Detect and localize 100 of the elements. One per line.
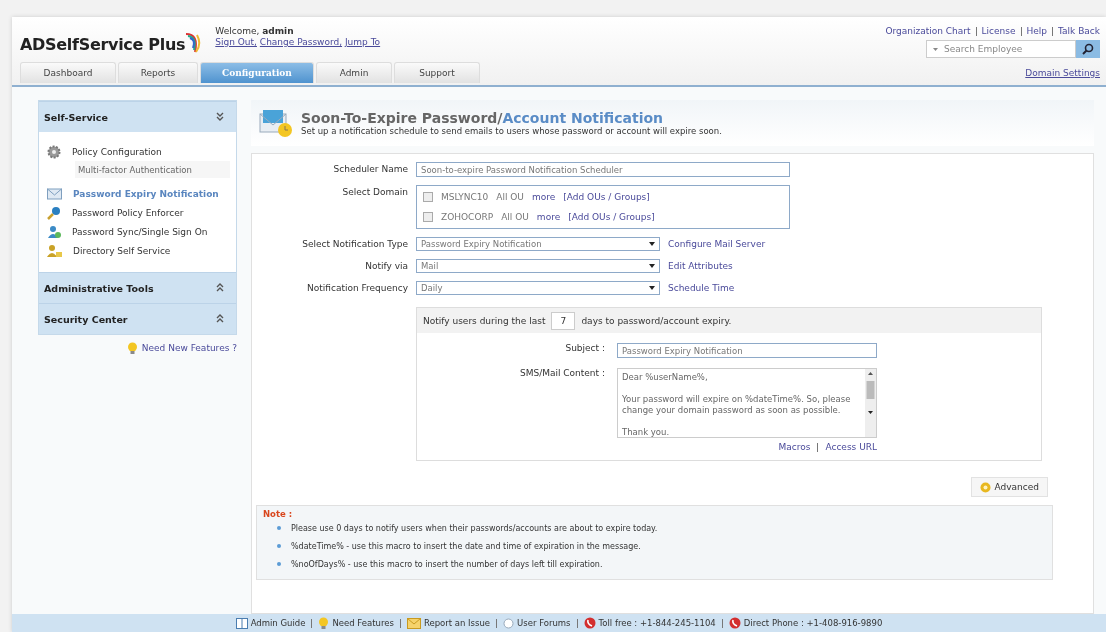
section-title: Administrative Tools — [44, 282, 154, 294]
section-title: Self-Service — [44, 111, 108, 123]
add-ous-link[interactable]: [Add OUs / Groups] — [568, 212, 655, 222]
subject-field[interactable]: Password Expiry Notification — [617, 343, 877, 358]
collapse-icon[interactable] — [216, 313, 224, 323]
notify-prefix: Notify users during the last — [423, 315, 546, 326]
gear-icon — [979, 481, 991, 493]
top-link[interactable]: Talk Back — [1058, 26, 1100, 36]
caret-icon — [933, 47, 938, 51]
scrollbar[interactable] — [865, 369, 876, 437]
caret-icon — [649, 286, 655, 290]
search-field[interactable]: Search Employee — [926, 40, 1076, 58]
ou-scope: All OU — [496, 192, 524, 202]
nav-tab[interactable]: Reports — [118, 62, 198, 83]
option-link[interactable]: Schedule Time — [668, 281, 735, 293]
envelope-icon — [406, 617, 421, 629]
note-text: Please use 0 days to notify users when their passwords/accounts are about to expire today. — [291, 523, 658, 533]
sidebar-subitem[interactable]: Multi-factor Authentication — [75, 161, 230, 178]
bullet-icon — [277, 562, 281, 566]
nav-tab[interactable]: Dashboard — [20, 62, 116, 83]
sidebar-section-header[interactable]: Security Center — [39, 303, 236, 334]
bullet-icon — [277, 526, 281, 530]
chat-bubble-icon — [503, 617, 515, 629]
field-label: Notification Frequency — [306, 282, 408, 293]
field-label: SMS/Mail Content : — [518, 368, 605, 378]
header-link[interactable]: Sign Out, — [215, 37, 257, 47]
nav-tab[interactable]: Support — [394, 62, 480, 83]
domain-name: ZOHOCORP — [441, 212, 494, 222]
lightbulb-icon — [126, 342, 138, 354]
domain-name: MSLYNC10 — [441, 192, 489, 202]
more-link[interactable]: more — [536, 212, 561, 222]
header-link[interactable]: Change Password, — [259, 37, 343, 47]
access-url-link[interactable]: Access URL — [825, 442, 877, 452]
phone-icon — [728, 617, 741, 629]
notify-suffix: days to password/account expiry. — [581, 315, 732, 326]
macros-link[interactable]: Macros — [778, 442, 811, 452]
message-field[interactable]: Dear %userName%, Your password will expire on %dateTime%. So, please change your domain password as soon as possible. Thank you. — [617, 368, 877, 438]
option-link[interactable]: Edit Attributes — [668, 259, 733, 271]
expand-icon[interactable] — [216, 111, 224, 121]
advanced-button[interactable]: Advanced — [970, 477, 1048, 497]
collapse-icon[interactable] — [216, 282, 224, 292]
section-title: Security Center — [44, 313, 128, 325]
key-icon — [47, 205, 61, 220]
scheduler-name-field[interactable]: Soon-to-expire Password Notification Scheduler — [416, 162, 790, 177]
dropdown[interactable]: Daily — [416, 281, 660, 295]
footer-link[interactable]: Toll free : +1-844-245-1104 — [598, 618, 716, 628]
envelope-icon — [47, 187, 62, 200]
gear-icon — [47, 144, 61, 159]
top-link[interactable]: License — [981, 26, 1016, 36]
users-icon — [47, 224, 61, 239]
app-logo: ADSelfService Plus — [20, 35, 186, 54]
sidebar-item[interactable]: Directory Self Service — [73, 245, 171, 256]
field-label: Scheduler Name — [332, 163, 408, 174]
days-field[interactable]: 7 — [551, 311, 576, 330]
mail-clock-icon — [259, 108, 293, 138]
footer-link[interactable]: User Forums — [517, 618, 571, 628]
footer-link[interactable]: Admin Guide — [250, 618, 306, 628]
top-link[interactable]: Help — [1026, 26, 1048, 36]
phone-icon — [583, 617, 596, 629]
lightbulb-icon — [318, 617, 330, 629]
note-text: %dateTime% - use this macro to insert the date and time of expiration in the message. — [291, 541, 641, 551]
footer-link[interactable]: Need Features — [332, 618, 394, 628]
search-button[interactable] — [1076, 40, 1100, 58]
sidebar-item[interactable]: Password Sync/Single Sign On — [72, 226, 208, 237]
ou-scope: All OU — [501, 212, 529, 222]
top-link[interactable]: Organization Chart — [885, 26, 971, 36]
dropdown[interactable]: Mail — [416, 259, 660, 273]
welcome-text: Welcome, admin — [215, 26, 295, 36]
caret-icon — [649, 264, 655, 268]
bullet-icon — [277, 544, 281, 548]
arc-logo-icon — [185, 30, 202, 54]
need-features-link[interactable]: Need New Features ? — [141, 343, 237, 353]
sidebar-item[interactable]: Password Policy Enforcer — [72, 207, 184, 218]
caret-icon — [649, 242, 655, 246]
header-link[interactable]: Jump To — [344, 37, 381, 47]
user-folder-icon — [47, 243, 62, 258]
more-link[interactable]: more — [531, 192, 556, 202]
note-text: %noOfDays% - use this macro to insert the number of days left till expiration. — [291, 559, 603, 569]
domain-checkbox[interactable] — [423, 212, 433, 222]
field-label: Subject : — [564, 343, 605, 353]
domain-checkbox[interactable] — [423, 192, 433, 202]
page-title: Soon-To-Expire Password/Account Notification — [301, 110, 664, 126]
option-link[interactable]: Configure Mail Server — [668, 237, 766, 249]
nav-tab[interactable]: Admin — [316, 62, 392, 83]
book-icon — [235, 617, 248, 629]
sidebar-item[interactable]: Password Expiry Notification — [73, 188, 219, 199]
search-icon — [1082, 43, 1094, 55]
field-label: Select Notification Type — [301, 238, 408, 249]
field-label: Select Domain — [341, 186, 408, 197]
domain-settings-link[interactable]: Domain Settings — [1025, 68, 1100, 78]
sidebar-item[interactable]: Policy Configuration — [72, 146, 162, 157]
page-subtitle: Set up a notification schedule to send emails to users whose password or account will expire soon. — [301, 126, 722, 136]
field-label: Notify via — [364, 260, 408, 271]
sidebar-section-header[interactable]: Self-Service — [39, 101, 236, 132]
add-ous-link[interactable]: [Add OUs / Groups] — [563, 192, 650, 202]
footer-link[interactable]: Report an Issue — [423, 618, 491, 628]
dropdown[interactable]: Password Expiry Notification — [416, 237, 660, 251]
note-title: Note : — [263, 509, 294, 519]
footer-link[interactable]: Direct Phone : +1-408-916-9890 — [743, 618, 883, 628]
sidebar-section-header[interactable]: Administrative Tools — [39, 272, 236, 303]
